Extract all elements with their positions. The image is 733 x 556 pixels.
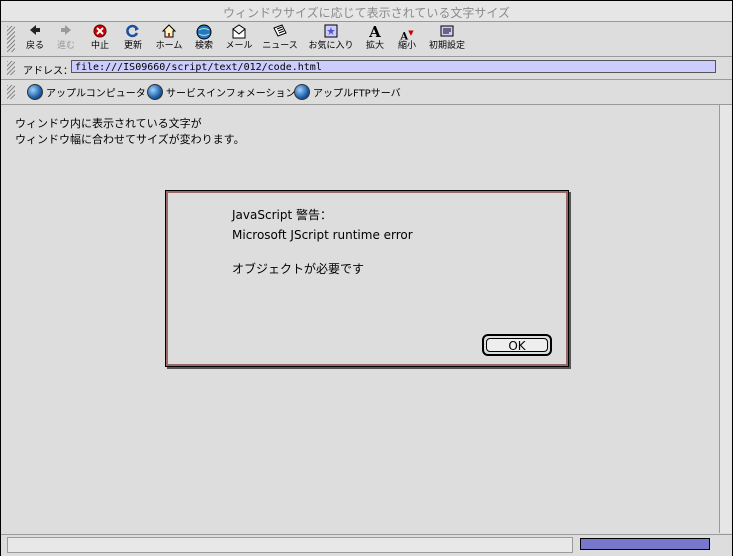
refresh-button[interactable]: 更新 <box>121 24 145 54</box>
favorites-button[interactable]: お気に入り <box>306 24 356 54</box>
home-button[interactable]: ホーム <box>153 24 185 54</box>
favorites-grip-icon[interactable] <box>7 85 15 99</box>
stop-button[interactable]: 中止 <box>88 24 112 54</box>
ok-button-label: OK <box>486 338 548 353</box>
ok-button[interactable]: OK <box>482 334 552 356</box>
content-line-1: ウィンドウ内に表示されている文字が <box>15 117 202 130</box>
forward-button[interactable]: 進む <box>54 24 78 54</box>
status-bar <box>1 534 732 556</box>
globe-icon <box>147 84 163 100</box>
favorite-apple-ftp-server[interactable]: アップルFTPサーバ <box>294 84 401 100</box>
search-globe-icon <box>192 24 216 41</box>
font-smaller-button[interactable]: A▼ 縮小 <box>395 24 419 54</box>
home-icon <box>153 24 185 41</box>
mail-button[interactable]: メール <box>223 24 255 54</box>
content-line-2: ウィンドウ幅に合わせてサイズが変わります。 <box>15 133 245 146</box>
dialog-message: Microsoft JScript runtime error <box>232 228 413 242</box>
font-larger-button[interactable]: A 拡大 <box>363 24 387 54</box>
forward-arrow-icon <box>54 24 78 41</box>
favorite-service-information[interactable]: サービスインフォメーション <box>147 84 296 100</box>
progress-bar <box>580 538 710 550</box>
status-message <box>7 537 573 553</box>
dialog-detail: オブジェクトが必要です <box>232 262 365 276</box>
font-smaller-icon: A▼ <box>400 28 414 43</box>
address-label: アドレス： <box>23 66 73 77</box>
vertical-scrollbar[interactable] <box>719 105 732 533</box>
mail-icon <box>223 24 255 41</box>
globe-icon <box>294 84 310 100</box>
title-bar[interactable]: ウィンドウサイズに応じて表示されている文字サイズ <box>1 1 732 22</box>
toolbar: 戻る 進む 中止 更新 ホーム 検索 メール ニュース お気に入り A 拡大 A… <box>1 22 732 57</box>
address-grip-icon[interactable] <box>7 61 15 75</box>
favorite-apple-computer[interactable]: アップルコンピュータ <box>27 84 146 100</box>
preferences-button[interactable]: 初期設定 <box>427 24 467 54</box>
preferences-icon <box>427 24 467 41</box>
toolbar-grip-icon[interactable] <box>7 26 15 52</box>
font-larger-icon: A <box>369 23 381 41</box>
stop-icon <box>88 24 112 41</box>
news-icon <box>262 24 298 41</box>
window-title: ウィンドウサイズに応じて表示されている文字サイズ <box>223 6 510 20</box>
address-input[interactable]: file:///IS09660/script/text/012/code.htm… <box>71 60 716 73</box>
dialog-title: JavaScript 警告： <box>232 208 332 222</box>
address-bar: アドレス： file:///IS09660/script/text/012/co… <box>1 57 732 80</box>
globe-icon <box>27 84 43 100</box>
news-button[interactable]: ニュース <box>262 24 298 54</box>
refresh-icon <box>121 24 145 41</box>
progress-fill <box>581 539 709 549</box>
search-button[interactable]: 検索 <box>192 24 216 54</box>
browser-window: ウィンドウサイズに応じて表示されている文字サイズ 戻る 進む 中止 更新 ホーム… <box>0 0 733 556</box>
back-button[interactable]: 戻る <box>23 24 47 54</box>
favorites-bar: アップルコンピュータ サービスインフォメーション アップルFTPサーバ <box>1 80 732 105</box>
back-arrow-icon <box>23 24 47 41</box>
javascript-alert-dialog: JavaScript 警告： Microsoft JScript runtime… <box>165 190 569 367</box>
favorites-icon <box>306 24 356 41</box>
